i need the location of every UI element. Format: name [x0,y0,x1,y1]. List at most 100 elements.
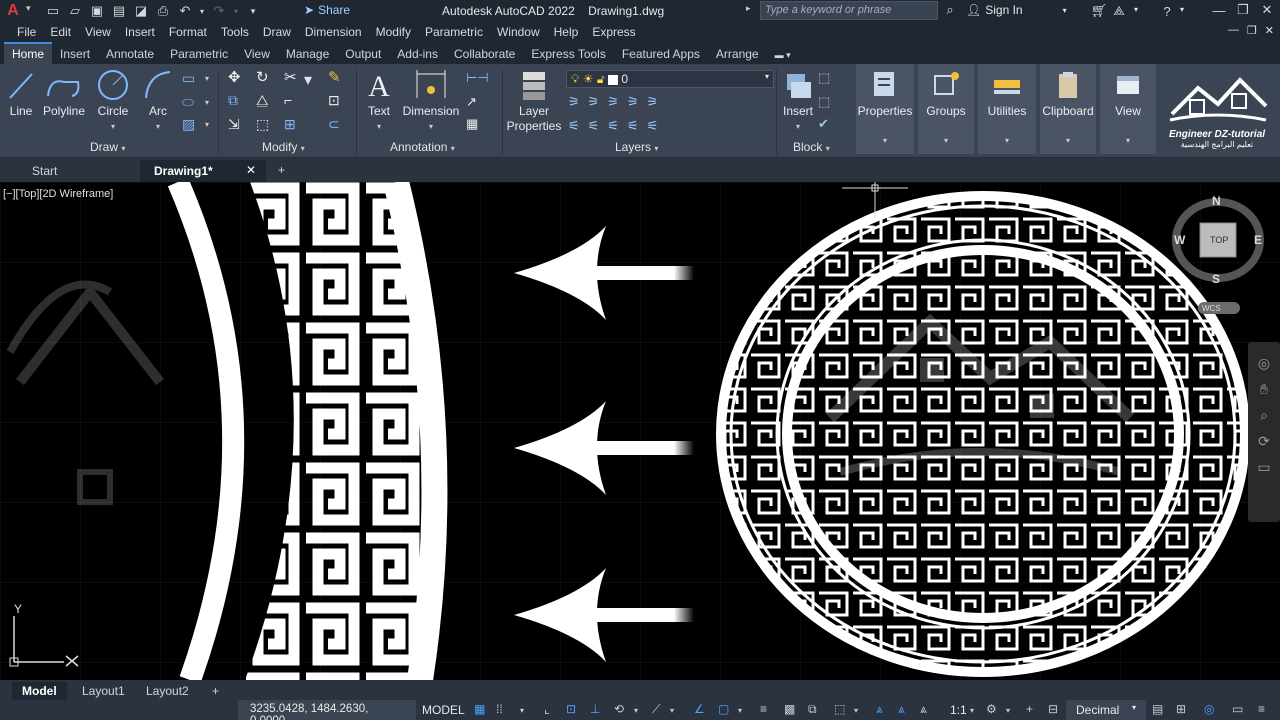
stretch-icon[interactable]: ⇲ [228,116,240,133]
create-block-icon[interactable]: ⬚ [818,70,830,86]
mirror-icon[interactable]: ⧋ [256,92,269,109]
3d-osnap-dropdown-icon[interactable]: ▾ [854,706,858,715]
circle-button[interactable]: Circle ▾ [96,68,130,134]
drawing-canvas[interactable]: [−][Top][2D Wireframe] Y N S W E TOP WCS… [0,182,1280,680]
doc-close-icon[interactable]: ✕ [1265,24,1274,37]
new-tab-button[interactable]: + [270,160,300,182]
open-icon[interactable]: ▱ [66,2,84,20]
lineweight-icon[interactable]: ≡ [760,702,776,718]
scale-dropdown-icon[interactable]: ▾ [970,706,974,715]
move-icon[interactable]: ✥ [228,68,241,86]
doc-restore-icon[interactable]: ❐ [1247,24,1257,37]
add-layout-button[interactable]: + [202,682,229,700]
viewcube-widget[interactable]: N S W E TOP WCS [1174,182,1262,322]
layer-tools-row2[interactable]: ⚟⚟⚟⚟⚟ [568,118,666,134]
steering-wheel-icon[interactable]: ◎ [1252,350,1276,376]
snap-dropdown-icon[interactable]: ▾ [520,706,524,715]
copy-icon[interactable]: ⧉ [228,92,238,109]
linear-dim-icon[interactable]: ⊢⊣ [466,70,489,86]
tab-output[interactable]: Output [337,44,389,64]
close-icon[interactable]: ✕ [1258,1,1276,19]
minimize-icon[interactable]: — [1210,1,1228,19]
rectangle-icon[interactable]: ▭ [182,70,200,88]
annotation-scale-icon[interactable]: ⩓ [920,702,936,718]
tab-parametric[interactable]: Parametric [162,44,236,64]
ribbon-toggle-icon[interactable]: ▬ ▾ [767,47,799,64]
zoom-icon[interactable]: ⌕ [1252,402,1276,428]
polar-dropdown-icon[interactable]: ▾ [634,706,638,715]
clipboard-button[interactable]: Clipboard ▾ [1040,64,1096,154]
rotate-icon[interactable]: ↻ [256,68,269,86]
app-chevron-icon[interactable]: ▾ [1134,5,1138,14]
tab-layout1[interactable]: Layout1 [72,682,135,700]
tab-layout2[interactable]: Layout2 [136,682,199,700]
sign-in-button[interactable]: 👤︎ Sign In ▾ [966,3,1067,17]
insert-dropdown-icon[interactable]: ▾ [780,119,816,134]
help-icon[interactable]: ? [1158,2,1176,20]
annotation-monitor-icon[interactable]: + [1026,702,1042,718]
edit-attributes-icon[interactable]: ✔ [818,116,829,132]
dimension-button[interactable]: Dimension ▾ [402,68,460,134]
layer-tools-row1[interactable]: ⚞⚞⚞⚞⚞ [568,94,666,110]
menu-window[interactable]: Window [490,25,547,39]
tab-express-tools[interactable]: Express Tools [523,44,613,64]
lock-ui-icon[interactable]: ⊞ [1176,702,1192,718]
ortho-icon[interactable]: ⊥ [590,702,606,718]
undo-dropdown-icon[interactable]: ▾ [198,2,206,20]
menu-file[interactable]: File [10,25,43,39]
object-snap-dropdown-icon[interactable]: ▾ [738,706,742,715]
block-panel-title[interactable]: Block ▾ [793,140,830,154]
tab-drawing1[interactable]: Drawing1* ✕ [140,160,266,182]
hatch-dropdown-icon[interactable]: ▾ [205,120,209,129]
isodraft-dropdown-icon[interactable]: ▾ [670,706,674,715]
quick-properties-icon[interactable]: ▤ [1152,702,1168,718]
leader-icon[interactable]: ↗ [466,94,477,110]
menu-edit[interactable]: Edit [43,25,78,39]
app-menu-chevron-icon[interactable]: ▾ [26,3,31,14]
circle-dropdown-icon[interactable]: ▾ [96,119,130,134]
menu-view[interactable]: View [78,25,118,39]
search-input[interactable]: Type a keyword or phrase [760,1,938,20]
arc-dropdown-icon[interactable]: ▾ [142,119,174,134]
draw-panel-title[interactable]: Draw ▾ [90,140,125,154]
3d-osnap-icon[interactable]: ⬚ [834,702,850,718]
save-icon[interactable]: ▣ [88,2,106,20]
fillet-icon[interactable]: ⌐ [284,92,292,108]
menu-dimension[interactable]: Dimension [298,25,369,39]
dimension-dropdown-icon[interactable]: ▾ [402,119,460,134]
compass-east[interactable]: E [1254,233,1262,247]
close-tab-icon[interactable]: ✕ [246,163,256,177]
table-icon[interactable]: ▦ [466,116,478,132]
selection-cycling-icon[interactable]: ⧉ [808,702,824,718]
menu-tools[interactable]: Tools [214,25,256,39]
workspace-gear-icon[interactable]: ⚙ [986,702,1002,718]
insert-block-button[interactable]: Insert ▾ [780,68,816,134]
redo-dropdown-icon[interactable]: ▾ [232,2,240,20]
viewcube-top-face[interactable]: TOP [1210,235,1228,245]
layer-dropdown[interactable]: 💡︎ ☀ 🔓︎ 0 ▾ [566,70,774,88]
transparency-icon[interactable]: ▩ [784,702,800,718]
menu-express[interactable]: Express [585,25,642,39]
cart-icon[interactable]: 🛒︎ [1090,2,1108,20]
polar-icon[interactable]: ⟲ [614,702,630,718]
menu-draw[interactable]: Draw [256,25,298,39]
tab-home[interactable]: Home [4,42,53,64]
snap-icon[interactable]: ⁞⁞ [496,702,512,718]
layer-properties-button[interactable]: Layer Properties [506,68,562,134]
viewport-controls[interactable]: [−][Top][2D Wireframe] [3,188,113,200]
trim-icon[interactable]: ✂ [284,68,297,86]
annotation-visibility-icon[interactable]: ⩓ [876,702,892,718]
undo-icon[interactable]: ↶ [176,2,194,20]
units-dropdown[interactable]: Decimal ▾ [1066,700,1146,720]
isolate-objects-icon[interactable]: ◎ [1204,702,1220,718]
clean-screen-icon[interactable]: ▭ [1232,702,1248,718]
search-icon[interactable]: ⌕ [941,1,959,19]
compass-north[interactable]: N [1212,194,1221,208]
workspace-dropdown-icon[interactable]: ▾ [1006,706,1010,715]
layers-panel-title[interactable]: Layers ▾ [615,140,658,154]
autocad-logo-icon[interactable]: A [2,1,24,21]
polyline-button[interactable]: Polyline [42,68,86,119]
menu-help[interactable]: Help [547,25,586,39]
model-space-button[interactable]: MODEL [422,703,465,717]
tab-insert[interactable]: Insert [52,44,98,64]
